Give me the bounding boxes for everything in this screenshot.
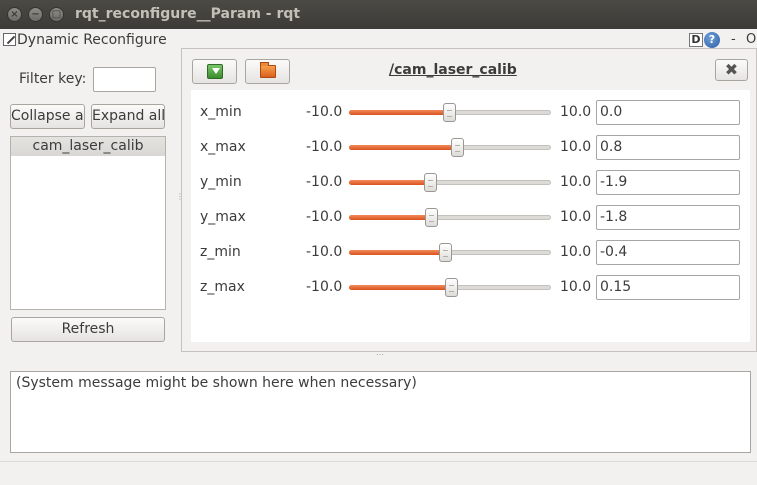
plugin-close-button[interactable]: O (746, 32, 756, 47)
param-min: -10.0 (306, 209, 343, 225)
param-name: x_max (200, 139, 246, 155)
edit-icon (3, 33, 16, 46)
param-slider-fill (349, 180, 430, 185)
param-min: -10.0 (306, 104, 343, 120)
download-icon (207, 64, 223, 79)
param-row: y_min -10.0 10.0 -1.9 (191, 170, 750, 196)
param-slider-handle[interactable] (444, 278, 458, 297)
param-max: 10.0 (560, 209, 592, 225)
param-row: x_min -10.0 10.0 0.0 (191, 100, 750, 126)
param-slider-fill (349, 145, 457, 150)
param-name: y_min (200, 174, 242, 190)
node-tree[interactable]: cam_laser_calib (10, 136, 166, 310)
param-name: z_max (200, 279, 245, 295)
window-title-bar: × − □ rqt_reconfigure__Param - rqt (0, 0, 757, 29)
plugin-minimize-button[interactable]: - (731, 32, 736, 47)
load-button[interactable] (192, 59, 237, 84)
save-button[interactable] (245, 59, 290, 84)
param-name: x_min (200, 104, 242, 120)
param-slider-fill (349, 215, 431, 220)
node-item-cam-laser-calib[interactable]: cam_laser_calib (11, 137, 165, 156)
dock-toggle-button[interactable]: D (689, 33, 703, 47)
window-minimize-button[interactable]: − (28, 7, 43, 22)
param-value-input[interactable]: 0.8 (596, 135, 740, 160)
filter-key-input[interactable] (93, 67, 156, 92)
param-row: y_max -10.0 10.0 -1.8 (191, 205, 750, 231)
param-min: -10.0 (306, 174, 343, 190)
param-slider[interactable] (349, 138, 551, 157)
param-slider-handle[interactable] (425, 208, 438, 227)
param-min: -10.0 (306, 244, 343, 260)
param-max: 10.0 (560, 174, 592, 190)
param-value-input[interactable]: 0.0 (596, 100, 740, 125)
param-value-input[interactable]: -0.4 (596, 240, 740, 265)
param-slider-handle[interactable] (424, 173, 437, 192)
param-row: x_max -10.0 10.0 0.8 (191, 135, 750, 161)
param-slider[interactable] (349, 173, 551, 192)
param-max: 10.0 (560, 279, 592, 295)
status-bar (0, 461, 757, 485)
expand-all-button[interactable]: Expand all (91, 104, 165, 129)
param-slider-handle[interactable] (443, 103, 456, 122)
close-node-button[interactable]: ✖ (715, 59, 748, 81)
param-slider-fill (349, 250, 445, 255)
folder-icon (260, 62, 276, 78)
system-message-text: (System message might be shown here when… (16, 375, 417, 391)
node-name-title: /cam_laser_calib (389, 62, 517, 78)
filter-key-label: Filter key: (19, 71, 87, 87)
horizontal-splitter-handle[interactable]: ⋯ (376, 350, 384, 359)
refresh-button[interactable]: Refresh (11, 317, 165, 342)
param-max: 10.0 (560, 139, 592, 155)
window-title: rqt_reconfigure__Param - rqt (75, 6, 301, 22)
param-row: z_max -10.0 10.0 0.15 (191, 275, 750, 301)
window-close-button[interactable]: × (7, 7, 22, 22)
param-slider[interactable] (349, 278, 551, 297)
param-name: y_max (200, 209, 246, 225)
param-row: z_min -10.0 10.0 -0.4 (191, 240, 750, 266)
system-message-box: (System message might be shown here when… (10, 371, 751, 453)
param-value-input[interactable]: -1.8 (596, 205, 740, 230)
param-value-input[interactable]: -1.9 (596, 170, 740, 195)
help-icon[interactable]: ? (704, 32, 720, 48)
plugin-title: Dynamic Reconfigure (17, 32, 167, 48)
collapse-all-button[interactable]: Collapse all (10, 104, 85, 129)
param-slider-fill (349, 285, 451, 290)
param-slider[interactable] (349, 103, 551, 122)
param-name: z_min (200, 244, 241, 260)
param-min: -10.0 (306, 279, 343, 295)
param-slider-fill (349, 110, 449, 115)
param-min: -10.0 (306, 139, 343, 155)
param-slider[interactable] (349, 243, 551, 262)
param-slider-handle[interactable] (439, 243, 452, 262)
param-slider[interactable] (349, 208, 551, 227)
window-maximize-button[interactable]: □ (49, 7, 64, 22)
parameters-panel: x_min -10.0 10.0 0.0 x_max -10.0 10.0 0.… (191, 90, 750, 342)
param-max: 10.0 (560, 104, 592, 120)
param-max: 10.0 (560, 244, 592, 260)
param-slider-handle[interactable] (451, 138, 464, 157)
param-value-input[interactable]: 0.15 (596, 275, 740, 300)
